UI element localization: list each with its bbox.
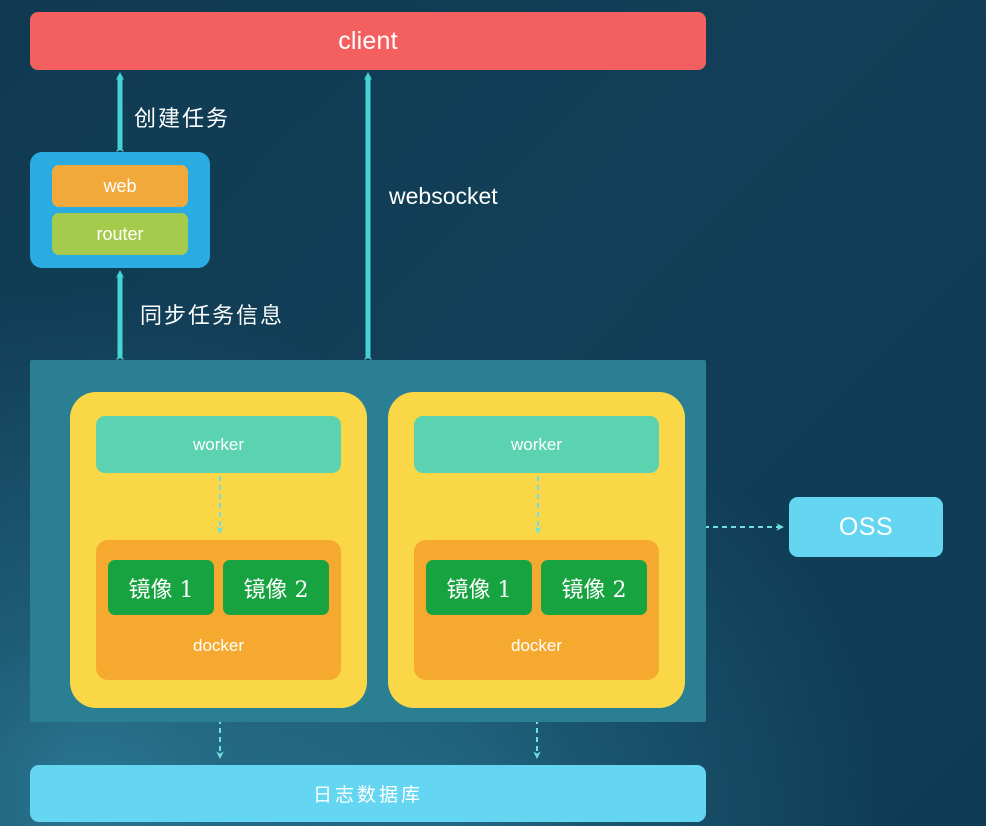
web-label: web — [103, 175, 137, 196]
docker-label: docker — [192, 636, 245, 655]
docker-image-label: 镜像 2 — [243, 577, 309, 603]
docker-image-chip[interactable]: 镜像 2 — [223, 560, 329, 615]
edge-worker-to-docker-1 — [216, 476, 224, 534]
edge-label-sync-task-info: 同步任务信息 — [140, 304, 285, 329]
log-database-node[interactable]: 日志数据库 — [30, 765, 706, 822]
router-service-box[interactable]: router — [52, 213, 188, 255]
docker-image-chip[interactable]: 镜像 1 — [108, 560, 214, 615]
docker-image-chip[interactable]: 镜像 1 — [426, 560, 532, 615]
edge-label-websocket: websocket — [389, 183, 498, 209]
client-label: client — [338, 26, 398, 55]
gateway-node[interactable]: web router — [30, 152, 210, 268]
architecture-diagram: client 创建任务 websocket 同步任务信息 web router … — [0, 0, 986, 826]
docker-label: docker — [510, 636, 563, 655]
worker-node-card[interactable]: worker 镜像 1 镜像 2 docker — [70, 392, 367, 708]
worker-label: worker — [510, 434, 562, 454]
docker-box[interactable]: 镜像 1 镜像 2 docker — [414, 540, 659, 680]
edge-worker-to-docker-2 — [534, 476, 542, 534]
oss-label: OSS — [838, 512, 894, 541]
web-service-box[interactable]: web — [52, 165, 188, 207]
worker-box[interactable]: worker — [96, 416, 341, 473]
docker-name-row: docker — [96, 636, 341, 656]
worker-box[interactable]: worker — [414, 416, 659, 473]
router-label: router — [96, 223, 144, 244]
docker-image-chip[interactable]: 镜像 2 — [541, 560, 647, 615]
docker-image-label: 镜像 1 — [446, 577, 512, 603]
docker-box[interactable]: 镜像 1 镜像 2 docker — [96, 540, 341, 680]
edge-label-create-task: 创建任务 — [134, 107, 231, 132]
worker-node-card[interactable]: worker 镜像 1 镜像 2 docker — [388, 392, 685, 708]
log-database-label: 日志数据库 — [312, 784, 423, 806]
oss-storage-node[interactable]: OSS — [789, 497, 943, 557]
docker-name-row: docker — [414, 636, 659, 656]
client-node[interactable]: client — [30, 12, 706, 70]
worker-label: worker — [192, 434, 244, 454]
docker-image-label: 镜像 2 — [561, 577, 627, 603]
docker-image-label: 镜像 1 — [128, 577, 194, 603]
